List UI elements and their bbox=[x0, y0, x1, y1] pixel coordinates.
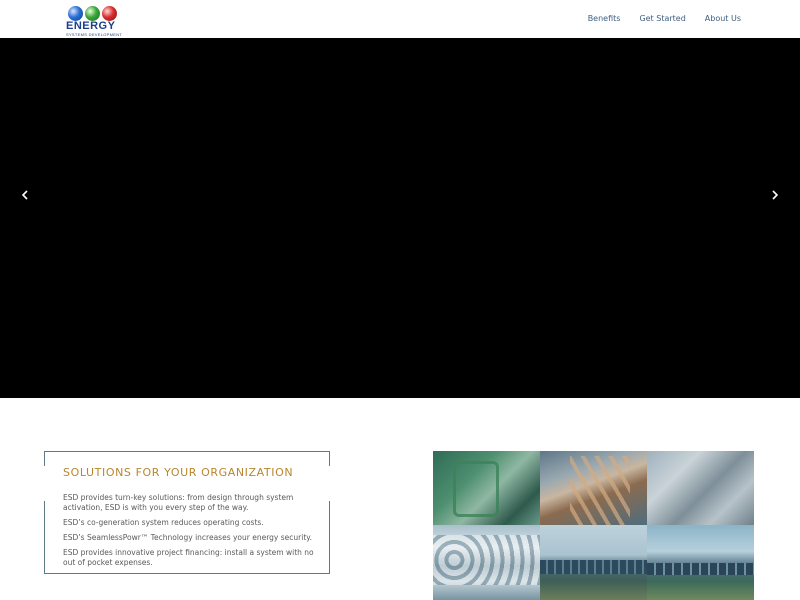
gallery-image-generator bbox=[433, 451, 540, 525]
gallery-image-pipe-rolls bbox=[433, 525, 540, 600]
nav-benefits[interactable]: Benefits bbox=[588, 14, 621, 23]
chevron-right-icon bbox=[772, 190, 779, 200]
gallery-image-solar-field bbox=[540, 525, 647, 600]
logo-orbs bbox=[66, 5, 122, 21]
nav-get-started[interactable]: Get Started bbox=[639, 14, 685, 23]
photo-gallery bbox=[433, 451, 754, 600]
green-orb-icon bbox=[85, 6, 100, 21]
gallery-image-solar-panels bbox=[647, 525, 754, 600]
slider-prev-button[interactable] bbox=[18, 190, 32, 204]
company-logo[interactable]: ENERGY SYSTEMS DEVELOPMENT bbox=[63, 5, 123, 37]
gallery-image-gas-meters bbox=[647, 451, 754, 525]
solutions-paragraph: ESD’s co-generation system reduces opera… bbox=[63, 518, 264, 527]
logo-text: ENERGY bbox=[66, 20, 116, 32]
solutions-title: SOLUTIONS FOR YOUR ORGANIZATION bbox=[63, 466, 294, 479]
site-header: ENERGY SYSTEMS DEVELOPMENT Benefits Get … bbox=[0, 0, 800, 38]
solutions-paragraph: ESD provides turn-key solutions: from de… bbox=[63, 493, 294, 512]
solutions-paragraph: ESD’s SeamlessPowr™ Technology increases… bbox=[63, 533, 313, 542]
solutions-section: SOLUTIONS FOR YOUR ORGANIZATION ESD prov… bbox=[44, 451, 330, 574]
frame-top-border bbox=[44, 451, 330, 466]
main-nav: Benefits Get Started About Us bbox=[588, 14, 741, 23]
solutions-paragraph: ESD provides innovative project financin… bbox=[63, 548, 314, 567]
blue-orb-icon bbox=[68, 6, 83, 21]
hero-slider bbox=[0, 38, 800, 398]
slider-next-button[interactable] bbox=[768, 190, 782, 204]
logo-subtext: SYSTEMS DEVELOPMENT bbox=[66, 32, 123, 37]
chevron-left-icon bbox=[21, 190, 28, 200]
red-orb-icon bbox=[102, 6, 117, 21]
gallery-image-copper-pipes bbox=[540, 451, 647, 525]
nav-about-us[interactable]: About Us bbox=[705, 14, 741, 23]
